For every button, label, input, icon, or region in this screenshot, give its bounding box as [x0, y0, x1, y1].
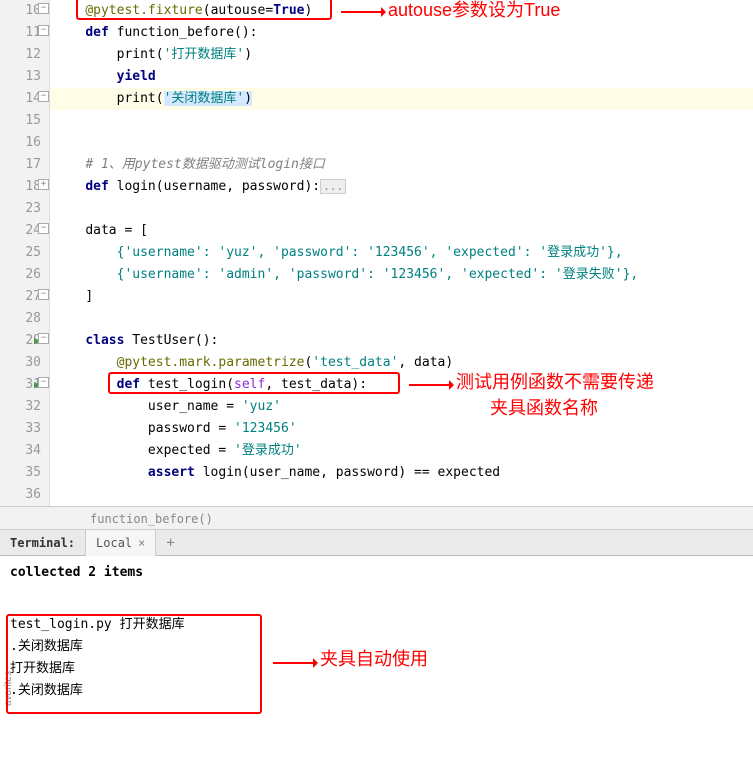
side-panel-label[interactable]: avorites	[0, 671, 20, 706]
fold-icon[interactable]: −	[38, 333, 49, 344]
line-number: 18	[0, 176, 41, 198]
line-number: 34	[0, 440, 41, 462]
line-number: 23	[0, 198, 41, 220]
close-icon[interactable]: ×	[138, 530, 145, 556]
fold-icon[interactable]: +	[38, 179, 49, 190]
line-number: 33	[0, 418, 41, 440]
terminal-label: Terminal:	[0, 536, 85, 550]
terminal-header: Terminal: Local × +	[0, 530, 753, 556]
terminal-line: .关闭数据库	[10, 680, 743, 702]
terminal-line: .关闭数据库	[10, 636, 743, 658]
line-number: 17	[0, 154, 41, 176]
terminal-output[interactable]: avorites collected 2 items test_login.py…	[0, 556, 753, 726]
tab-label: Local	[96, 530, 132, 556]
line-number: 27	[0, 286, 41, 308]
line-number: 36	[0, 484, 41, 506]
terminal-line: collected 2 items	[10, 562, 743, 584]
fold-icon[interactable]: −	[38, 3, 49, 14]
terminal-line: 打开数据库	[10, 658, 743, 680]
line-number: 29▶	[0, 330, 41, 352]
line-number: 14	[0, 88, 41, 110]
line-number: 10	[0, 0, 41, 22]
folded-code-icon[interactable]: ...	[320, 179, 346, 194]
line-number: 15	[0, 110, 41, 132]
fold-icon[interactable]: −	[38, 223, 49, 234]
code-content[interactable]: @pytest.fixture(autouse=True)− def funct…	[50, 0, 753, 506]
line-number: 11	[0, 22, 41, 44]
line-number: 16	[0, 132, 41, 154]
add-tab-button[interactable]: +	[156, 535, 184, 551]
line-number: 26	[0, 264, 41, 286]
line-number: 30	[0, 352, 41, 374]
line-number: 25	[0, 242, 41, 264]
terminal-tab-local[interactable]: Local ×	[85, 530, 156, 556]
fold-icon[interactable]: −	[38, 91, 49, 102]
line-gutter: 10 11 12 13 14 15 16 17 18 23 24 25 26 2…	[0, 0, 50, 506]
decorator: @pytest.fixture	[85, 3, 202, 18]
line-number: 32	[0, 396, 41, 418]
line-number: 28	[0, 308, 41, 330]
fold-icon[interactable]: −	[38, 377, 49, 388]
fold-icon[interactable]: −	[38, 289, 49, 300]
code-editor[interactable]: 10 11 12 13 14 15 16 17 18 23 24 25 26 2…	[0, 0, 753, 506]
fold-icon[interactable]: −	[38, 25, 49, 36]
line-number: 13	[0, 66, 41, 88]
terminal-line: test_login.py 打开数据库	[10, 614, 743, 636]
line-number: 31▶	[0, 374, 41, 396]
line-number: 24	[0, 220, 41, 242]
line-number: 35	[0, 462, 41, 484]
breadcrumb[interactable]: function_before()	[0, 506, 753, 530]
line-number: 12	[0, 44, 41, 66]
